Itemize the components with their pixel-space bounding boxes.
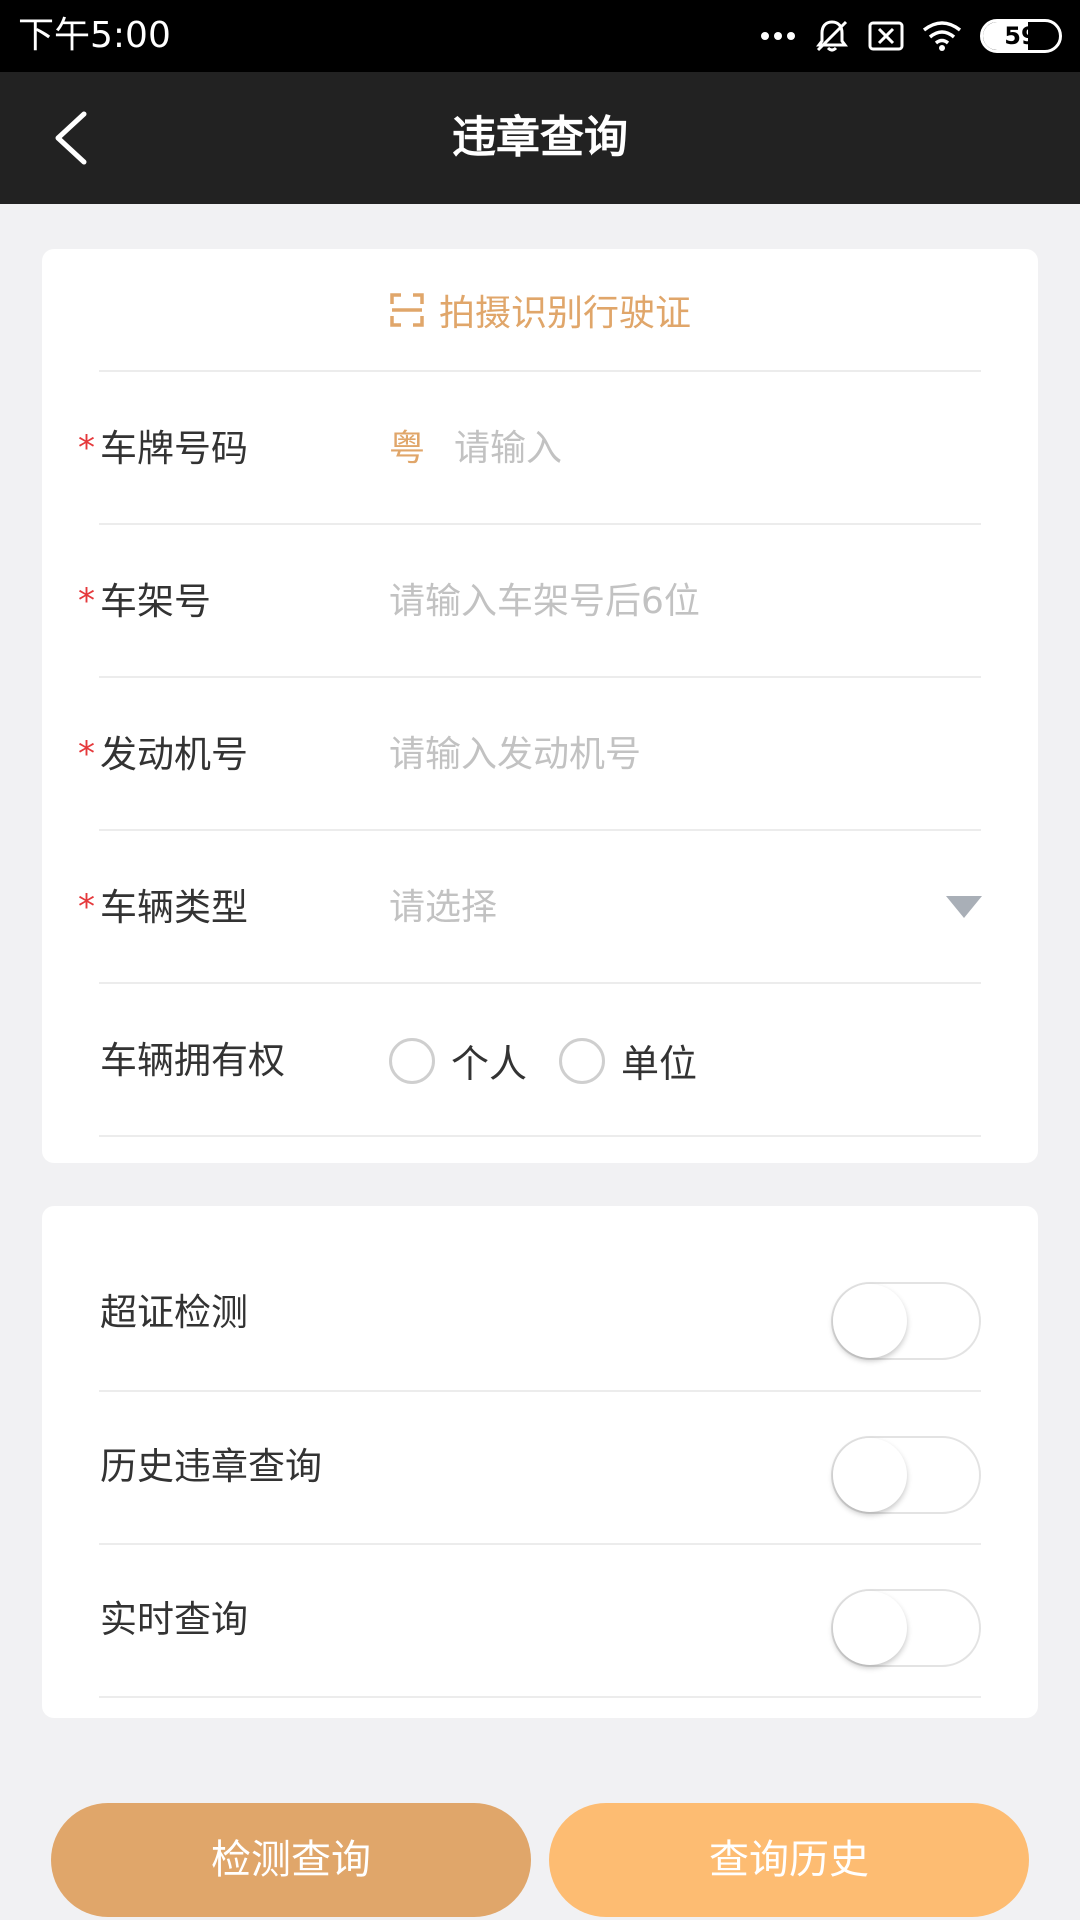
frame-number-input[interactable] xyxy=(389,571,949,631)
no-sim-icon xyxy=(868,21,904,51)
scan-icon xyxy=(390,293,424,327)
ownership-label: 车辆拥有权 xyxy=(100,1039,285,1082)
switch-knob xyxy=(833,1438,907,1512)
license-check-switch[interactable] xyxy=(831,1282,981,1360)
switch-knob xyxy=(833,1284,907,1358)
status-bar: 下午5:00 59 xyxy=(0,0,1080,72)
more-dots-icon xyxy=(761,32,795,40)
radio-label: 个人 xyxy=(451,1042,528,1086)
page-title: 违章查询 xyxy=(452,112,628,163)
radio-circle[interactable] xyxy=(389,1037,435,1084)
frame-number-label: 车架号 xyxy=(100,580,211,623)
realtime-query-switch[interactable] xyxy=(831,1589,981,1667)
required-mark: * xyxy=(78,581,95,621)
mute-bell-icon xyxy=(816,20,848,52)
engine-number-label: 发动机号 xyxy=(100,733,248,776)
wifi-icon xyxy=(922,21,962,51)
frame-number-row: * 车架号 xyxy=(42,525,1038,678)
history-query-switch[interactable] xyxy=(831,1436,981,1514)
vehicle-form-card: 拍摄识别行驶证 * 车牌号码 粤 * 车架号 * 发动机号 * 车辆类型 请选择… xyxy=(42,249,1038,1163)
battery-icon: 59 xyxy=(980,19,1062,53)
required-mark: * xyxy=(78,428,95,468)
battery-level: 59 xyxy=(1004,22,1038,50)
toggle-row-license-check: 超证检测 xyxy=(42,1236,1038,1389)
query-history-button[interactable]: 查询历史 xyxy=(549,1803,1029,1917)
engine-number-row: * 发动机号 xyxy=(42,678,1038,831)
plate-number-label: 车牌号码 xyxy=(100,427,248,470)
check-query-button[interactable]: 检测查询 xyxy=(51,1803,531,1917)
ownership-option-company[interactable]: 单位 xyxy=(559,1033,697,1088)
plate-number-input[interactable] xyxy=(454,418,954,478)
toggle-row-history: 历史违章查询 xyxy=(42,1390,1038,1543)
plate-number-row: * 车牌号码 粤 xyxy=(42,372,1038,525)
ownership-row: 车辆拥有权 个人 单位 xyxy=(42,984,1038,1137)
toggle-label: 历史违章查询 xyxy=(100,1445,322,1488)
divider xyxy=(99,1696,981,1698)
required-mark: * xyxy=(78,734,95,774)
toggle-label: 实时查询 xyxy=(100,1598,248,1641)
engine-number-input[interactable] xyxy=(389,724,949,784)
dropdown-triangle-icon xyxy=(946,896,982,918)
vehicle-type-row[interactable]: * 车辆类型 请选择 xyxy=(42,831,1038,984)
app-bar: 违章查询 xyxy=(0,72,1080,204)
status-time: 下午5:00 xyxy=(18,15,171,56)
ownership-radio-group: 个人 单位 xyxy=(389,984,729,1137)
switch-knob xyxy=(833,1591,907,1665)
query-options-card: 超证检测 历史违章查询 实时查询 xyxy=(42,1206,1038,1718)
scan-label: 拍摄识别行驶证 xyxy=(438,293,691,334)
scan-license-button[interactable]: 拍摄识别行驶证 xyxy=(42,249,1038,371)
toggle-label: 超证检测 xyxy=(100,1291,248,1334)
radio-circle[interactable] xyxy=(559,1037,606,1084)
plate-province-prefix[interactable]: 粤 xyxy=(389,372,425,525)
required-mark: * xyxy=(78,887,95,927)
toggle-row-realtime: 实时查询 xyxy=(42,1543,1038,1696)
vehicle-type-select[interactable]: 请选择 xyxy=(389,831,497,984)
radio-label: 单位 xyxy=(621,1042,698,1086)
vehicle-type-label: 车辆类型 xyxy=(100,886,248,929)
ownership-option-personal[interactable]: 个人 xyxy=(389,1033,527,1088)
status-icons: 59 xyxy=(760,14,1062,58)
divider xyxy=(99,1135,981,1137)
